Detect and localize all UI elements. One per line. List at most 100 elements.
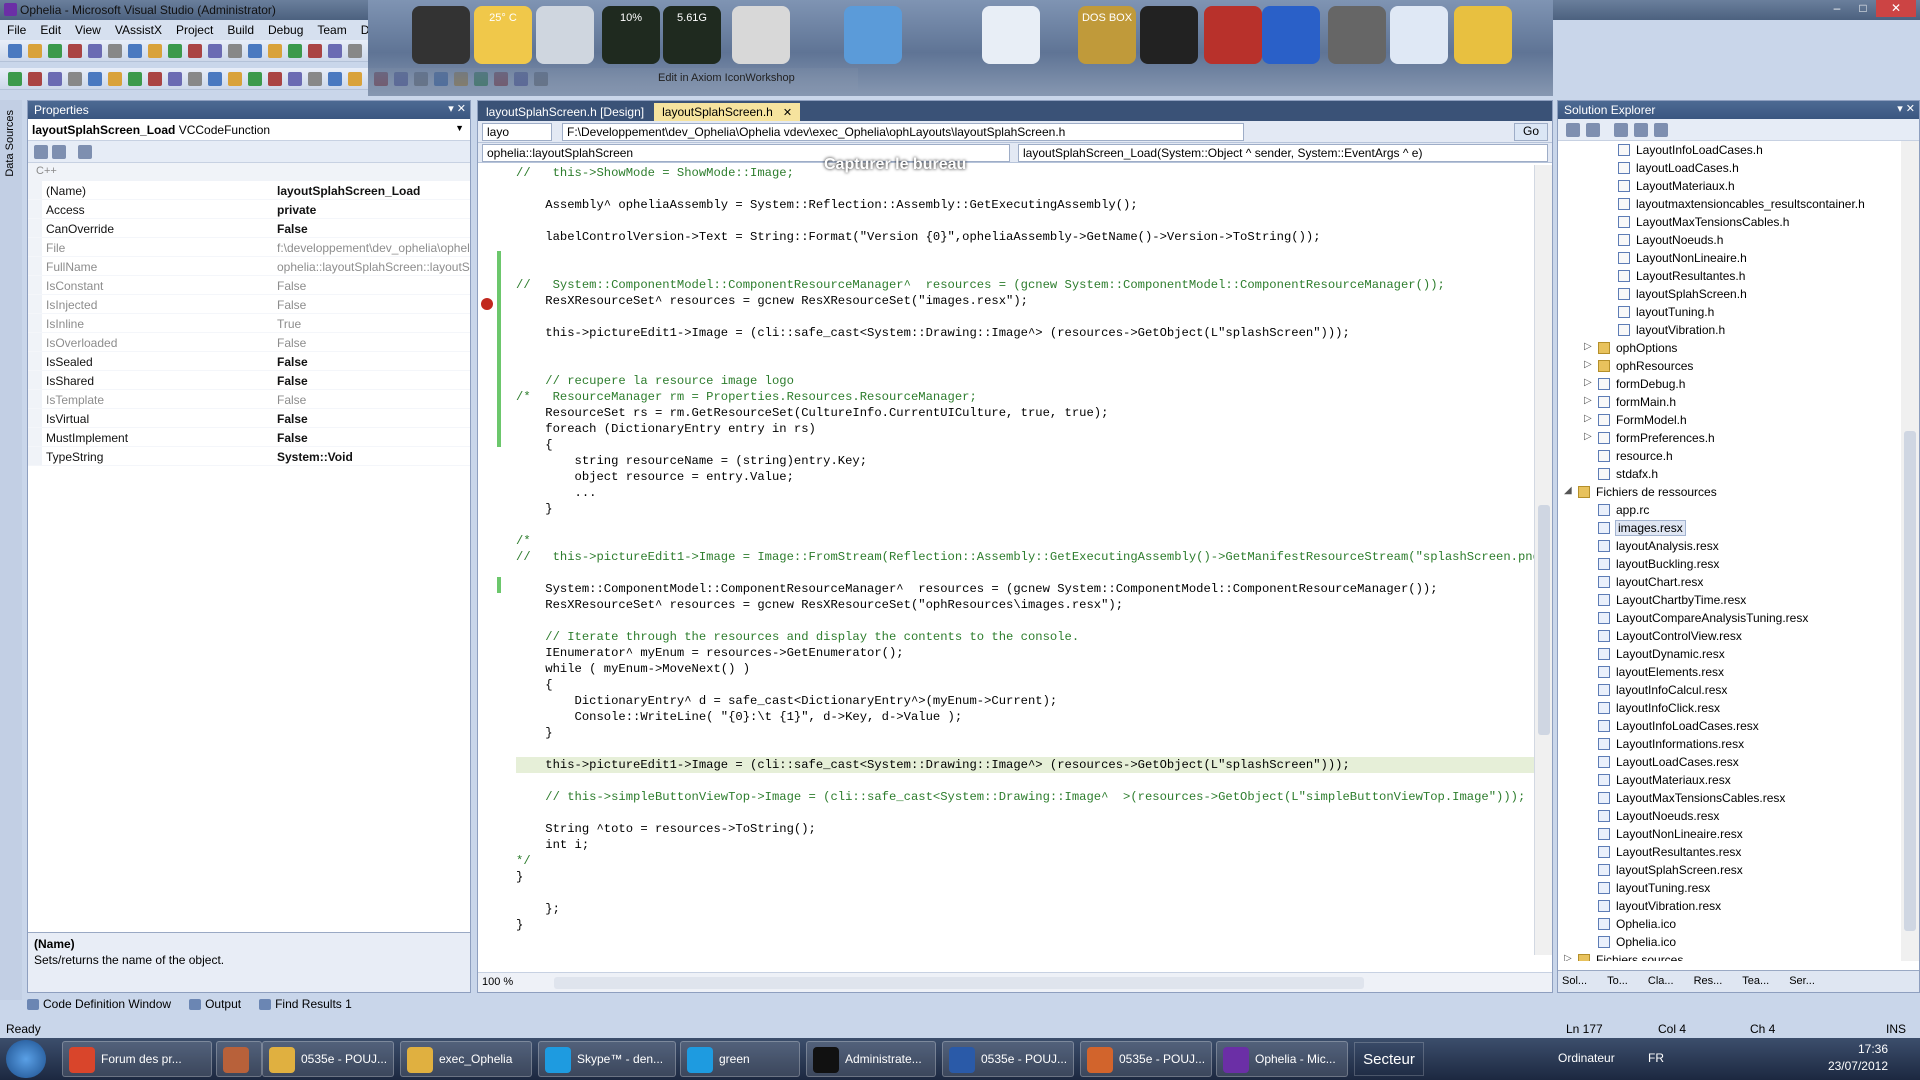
tree-item[interactable]: Ophelia.ico xyxy=(1558,933,1902,951)
start-button[interactable] xyxy=(6,1040,46,1078)
toolbar-icon[interactable] xyxy=(228,44,242,58)
expand-arrow-icon[interactable]: ▷ xyxy=(1584,431,1592,442)
computer-toolbar-label[interactable]: Ordinateur xyxy=(1558,1051,1615,1065)
toolbar-icon[interactable] xyxy=(208,44,222,58)
member-combo[interactable]: layoutSplahScreen_Load(System::Object ^ … xyxy=(1018,144,1548,162)
tree-item[interactable]: Ophelia.ico xyxy=(1558,915,1902,933)
dosbox-icon[interactable]: DOS BOX xyxy=(1078,6,1136,64)
toolbar-icon[interactable] xyxy=(28,44,42,58)
toolbar-icon[interactable] xyxy=(88,72,102,86)
tree-item[interactable]: LayoutInfoLoadCases.h xyxy=(1558,141,1902,159)
nav-short-combo[interactable]: layo xyxy=(482,123,552,141)
menu-item-project[interactable]: Project xyxy=(169,20,220,40)
property-row[interactable]: File f:\developpement\dev_ophelia\ophelia… xyxy=(28,238,470,257)
property-value[interactable]: False xyxy=(273,371,470,389)
tree-item[interactable]: images.resx xyxy=(1558,519,1902,537)
zoom-level[interactable]: 100 % xyxy=(482,976,513,988)
tree-item[interactable]: LayoutLoadCases.resx xyxy=(1558,753,1902,771)
data-sources-strip[interactable]: Data Sources xyxy=(0,100,22,1000)
property-value[interactable]: ophelia::layoutSplahScreen::layoutSplahS xyxy=(273,257,470,275)
property-row[interactable]: CanOverride False xyxy=(28,219,470,238)
toolbar-icon[interactable] xyxy=(148,72,162,86)
property-value[interactable]: False xyxy=(273,219,470,237)
properties-icon[interactable] xyxy=(1566,123,1580,137)
tree-item[interactable]: LayoutMaxTensionsCables.resx xyxy=(1558,789,1902,807)
tool-window-tab[interactable]: Find Results 1 xyxy=(257,997,352,1015)
tree-item[interactable]: LayoutDynamic.resx xyxy=(1558,645,1902,663)
property-row[interactable]: MustImplement False xyxy=(28,428,470,447)
property-pages-icon[interactable] xyxy=(78,145,92,159)
minimize-button[interactable]: – xyxy=(1824,0,1850,17)
tree-item[interactable]: stdafx.h xyxy=(1558,465,1902,483)
tree-item[interactable]: LayoutResultantes.resx xyxy=(1558,843,1902,861)
toolbar-icon[interactable] xyxy=(148,44,162,58)
taskbar-item[interactable]: Forum des pr... xyxy=(62,1041,212,1077)
tree-item[interactable]: LayoutMaxTensionsCables.h xyxy=(1558,213,1902,231)
toolbar-icon[interactable] xyxy=(228,72,242,86)
tree-item[interactable]: LayoutInformations.resx xyxy=(1558,735,1902,753)
clock[interactable]: 17:36 23/07/2012 xyxy=(1788,1041,1888,1075)
view-code-icon[interactable] xyxy=(1634,123,1648,137)
tree-item[interactable]: layoutVibration.resx xyxy=(1558,897,1902,915)
memory-meter-icon[interactable]: 5.61G xyxy=(663,6,721,64)
tab-layoutsplahscreen-h[interactable]: layoutSplahScreen.h ✕ xyxy=(654,103,801,121)
maximize-button[interactable]: □ xyxy=(1850,0,1876,17)
toolbar-icon[interactable] xyxy=(68,44,82,58)
property-value[interactable]: True xyxy=(273,314,470,332)
tree-item[interactable]: layoutInfoClick.resx xyxy=(1558,699,1902,717)
show-all-files-icon[interactable] xyxy=(1586,123,1600,137)
toolbar-icon[interactable] xyxy=(48,44,62,58)
toolbar-icon[interactable] xyxy=(248,44,262,58)
property-row[interactable]: FullName ophelia::layoutSplahScreen::layo… xyxy=(28,257,470,276)
property-value[interactable]: False xyxy=(273,333,470,351)
help-icon[interactable] xyxy=(1328,6,1386,64)
property-value[interactable]: False xyxy=(273,390,470,408)
toolbar-icon[interactable] xyxy=(68,72,82,86)
menu-item-edit[interactable]: Edit xyxy=(33,20,68,40)
expand-arrow-icon[interactable]: ▷ xyxy=(1584,413,1592,424)
paint-icon[interactable] xyxy=(982,6,1040,64)
tree-item[interactable]: layoutTuning.resx xyxy=(1558,879,1902,897)
menu-item-view[interactable]: View xyxy=(68,20,108,40)
tree-item[interactable]: app.rc xyxy=(1558,501,1902,519)
tree-item[interactable]: layoutInfoCalcul.resx xyxy=(1558,681,1902,699)
taskbar-item[interactable]: green xyxy=(680,1041,800,1077)
tree-item[interactable]: LayoutResultantes.h xyxy=(1558,267,1902,285)
cpu-meter-icon[interactable]: 10% xyxy=(602,6,660,64)
tree-item[interactable]: ▷ formPreferences.h xyxy=(1558,429,1902,447)
refresh-icon[interactable] xyxy=(1614,123,1628,137)
tree-item[interactable]: ▷ formDebug.h xyxy=(1558,375,1902,393)
property-value[interactable]: False xyxy=(273,276,470,294)
toolbar-icon[interactable] xyxy=(208,72,222,86)
taskbar-item[interactable] xyxy=(216,1041,262,1077)
menu-item-build[interactable]: Build xyxy=(220,20,261,40)
tree-item[interactable]: layoutSplahScreen.resx xyxy=(1558,861,1902,879)
tree-item[interactable]: ◢ Fichiers de ressources xyxy=(1558,483,1902,501)
property-value[interactable]: False xyxy=(273,295,470,313)
property-row[interactable]: IsTemplate False xyxy=(28,390,470,409)
desktop-capture-icon[interactable] xyxy=(844,6,902,64)
scroll-thumb[interactable] xyxy=(1538,505,1550,735)
tree-item[interactable]: ▷ Fichiers sources xyxy=(1558,951,1902,961)
toolbar-icon[interactable] xyxy=(168,44,182,58)
tree-item[interactable]: resource.h xyxy=(1558,447,1902,465)
tree-item[interactable]: layoutTuning.h xyxy=(1558,303,1902,321)
alphabetical-icon[interactable] xyxy=(52,145,66,159)
taskbar-item[interactable]: Skype™ - den... xyxy=(538,1041,676,1077)
property-value[interactable]: False xyxy=(273,409,470,427)
solution-tab[interactable]: Tea... xyxy=(1738,971,1773,992)
solution-scrollbar[interactable] xyxy=(1901,141,1919,961)
solution-pin-close[interactable]: ▾ ✕ xyxy=(1897,102,1915,115)
tree-item[interactable]: LayoutNonLineaire.h xyxy=(1558,249,1902,267)
property-category[interactable]: C++ xyxy=(28,163,470,181)
toolbar-icon[interactable] xyxy=(88,44,102,58)
tree-item[interactable]: layoutmaxtensioncables_resultscontainer.… xyxy=(1558,195,1902,213)
property-value[interactable]: System::Void xyxy=(273,447,470,465)
property-value[interactable]: private xyxy=(273,200,470,218)
toolbar-icon[interactable] xyxy=(108,44,122,58)
solution-tab[interactable]: Cla... xyxy=(1644,971,1678,992)
toolbar-icon[interactable] xyxy=(128,44,142,58)
breakpoint-icon[interactable] xyxy=(481,298,493,310)
taskbar-item[interactable]: 0535e - POUJ... xyxy=(262,1041,394,1077)
toolbar-icon[interactable] xyxy=(188,72,202,86)
